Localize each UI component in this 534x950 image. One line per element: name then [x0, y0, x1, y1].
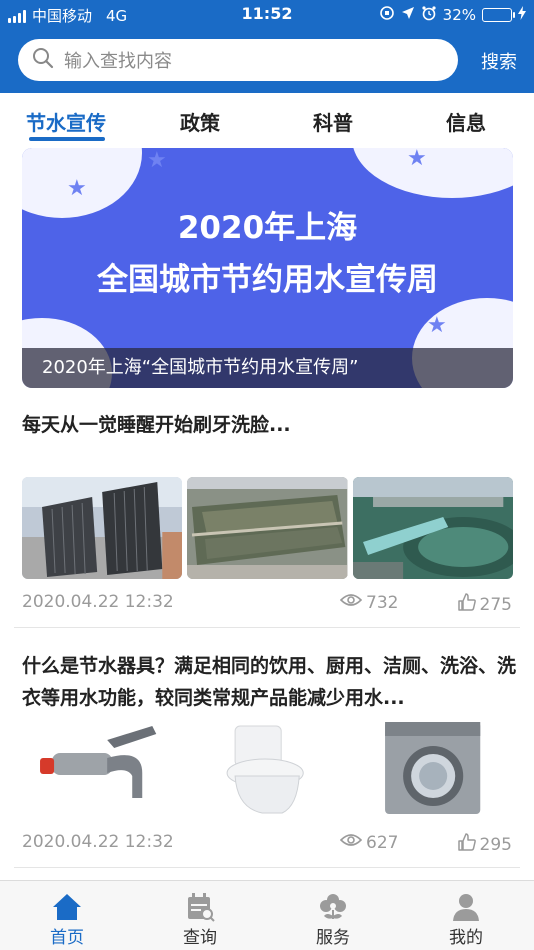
nav-service-label: 服务 — [316, 928, 350, 948]
eye-icon — [339, 592, 363, 613]
like-button[interactable]: 295 — [457, 832, 512, 857]
star-decoration: ★ — [407, 148, 427, 171]
article-image-row[interactable] — [22, 718, 513, 820]
banner-headline-1: 2020年上海 — [177, 210, 358, 246]
eye-icon — [339, 832, 363, 853]
nav-query-label: 查询 — [183, 928, 217, 948]
banner-carousel[interactable]: ★ ★ ★ ★ 2020年上海 全国城市节约用水宣传周 2020年上海“全国城市… — [22, 148, 513, 388]
nav-mine-label: 我的 — [449, 928, 483, 948]
tab-science[interactable]: 科普 — [313, 107, 353, 136]
status-bar: 中国移动 4G 11:52 32% — [0, 0, 534, 30]
article-meta: 2020.04.22 12:32 627 295 — [22, 832, 512, 856]
home-icon — [27, 891, 107, 923]
search-placeholder: 输入查找内容 — [64, 51, 172, 72]
nav-query[interactable]: 查询 — [160, 891, 240, 948]
nav-home-label: 首页 — [50, 928, 84, 948]
thumbs-up-icon — [457, 592, 477, 617]
tab-info[interactable]: 信息 — [446, 107, 486, 136]
nav-service[interactable]: 服务 — [293, 891, 373, 948]
article-title[interactable]: 什么是节水器具？满足相同的饮用、厨用、洁厕、洗浴、洗衣等用水功能，较同类常规产品… — [22, 650, 517, 714]
star-decoration: ★ — [427, 313, 447, 338]
view-count: 732 — [366, 592, 399, 613]
location-icon — [401, 6, 415, 24]
banner-caption: 2020年上海“全国城市节约用水宣传周” — [22, 348, 513, 388]
article-date: 2020.04.22 12:32 — [22, 832, 174, 852]
banner-headline-2: 全国城市节约用水宣传周 — [97, 262, 438, 298]
charging-icon — [518, 6, 526, 24]
star-decoration: ★ — [67, 176, 87, 201]
article-image-row[interactable] — [22, 477, 513, 579]
like-count: 295 — [479, 834, 512, 855]
star-decoration: ★ — [147, 148, 167, 173]
divider — [14, 867, 520, 868]
search-button[interactable]: 搜索 — [481, 48, 517, 74]
battery-percent: 32% — [442, 6, 476, 24]
user-icon — [426, 891, 506, 923]
nav-mine[interactable]: 我的 — [426, 891, 506, 948]
view-count: 627 — [366, 832, 399, 853]
water-tank-aerial-image — [187, 477, 348, 579]
app-header: 中国移动 4G 11:52 32% 输入查找内容 搜索 — [0, 0, 534, 93]
search-icon — [32, 47, 54, 73]
alarm-icon — [421, 5, 437, 25]
search-input[interactable]: 输入查找内容 — [18, 39, 458, 81]
bottom-nav: 首页 查询 服务 我的 — [0, 880, 534, 950]
thumbs-up-icon — [457, 832, 477, 857]
faucet-image — [22, 718, 183, 820]
like-button[interactable]: 275 — [457, 592, 512, 617]
rotation-lock-icon — [379, 5, 395, 25]
calendar-search-icon — [160, 891, 240, 923]
sedimentation-tank-image — [352, 477, 513, 579]
banner-cloud — [352, 148, 513, 198]
active-tab-indicator — [29, 137, 105, 141]
tab-policy[interactable]: 政策 — [180, 107, 220, 136]
article-date: 2020.04.22 12:32 — [22, 592, 174, 612]
washing-machine-image — [352, 718, 513, 820]
tab-water-saving[interactable]: 节水宣传 — [26, 107, 106, 136]
toilet-image — [187, 718, 348, 820]
water-treatment-screen-image — [22, 477, 183, 579]
article-meta: 2020.04.22 12:32 732 275 — [22, 592, 512, 616]
divider — [14, 627, 520, 628]
battery-icon — [482, 8, 515, 22]
flower-icon — [293, 891, 373, 923]
article-title[interactable]: 每天从一觉睡醒开始刷牙洗脸... — [22, 409, 517, 441]
like-count: 275 — [479, 594, 512, 615]
nav-home[interactable]: 首页 — [27, 891, 107, 948]
